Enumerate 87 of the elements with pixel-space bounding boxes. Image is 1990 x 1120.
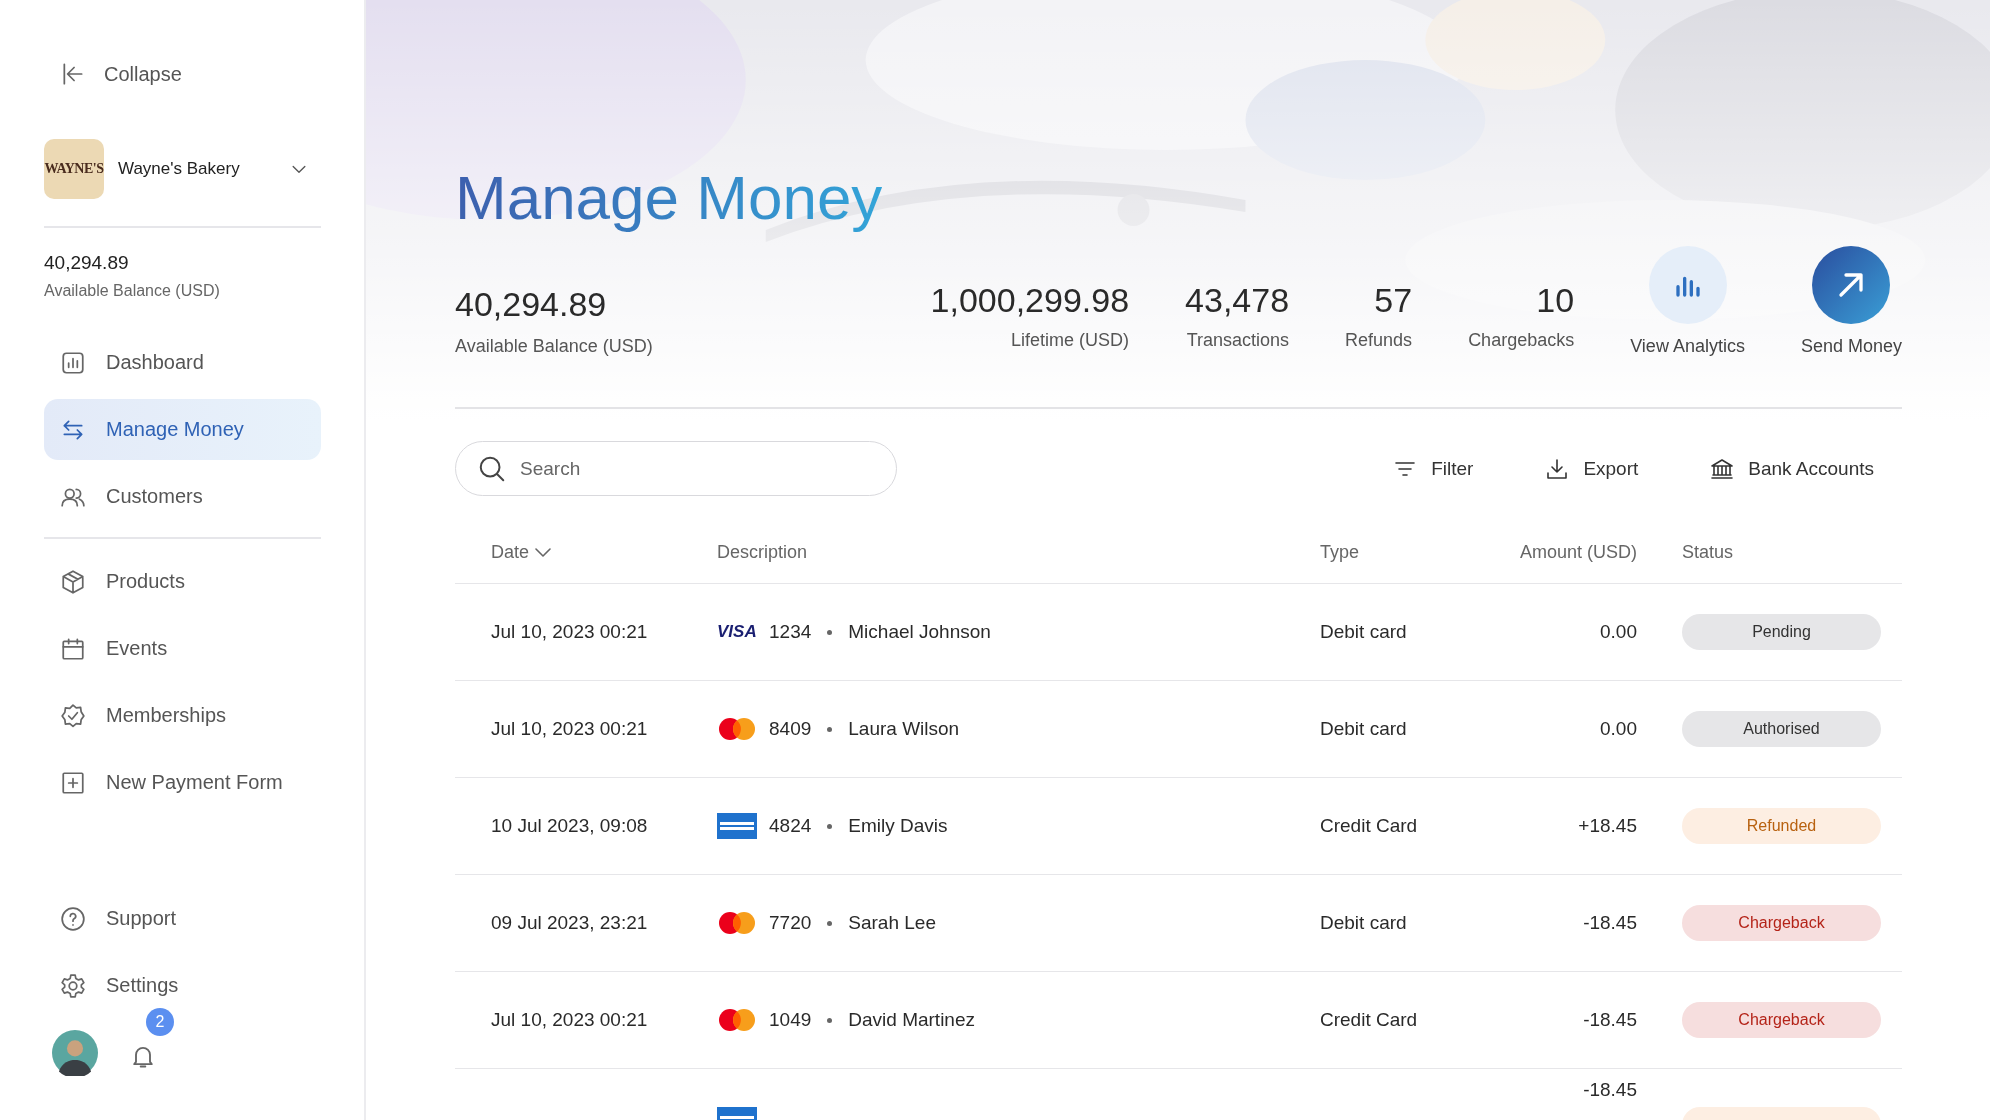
table-cell-text: Debit card	[1320, 621, 1408, 643]
stat-label: Refunds	[1345, 330, 1413, 351]
table-cell-text: Credit Card	[1320, 815, 1419, 837]
nav-item[interactable]: Dashboard	[44, 332, 321, 393]
nav-item[interactable]: Support	[44, 888, 321, 949]
table-cell-text: 10 Jul 2023, 09:08	[491, 815, 649, 837]
plus-square-icon	[60, 769, 86, 796]
card-brand-icon	[717, 911, 757, 935]
balance-amount: 40,294.89	[44, 252, 130, 274]
stat-label: Available Balance (USD)	[455, 336, 653, 357]
customer-name: Laura Wilson	[848, 718, 960, 740]
table-cell-text: Debit card	[1320, 912, 1408, 934]
amount: -18.45	[1582, 1009, 1637, 1031]
table-cell-text: Debit card	[1320, 718, 1408, 740]
separator-dot	[827, 629, 833, 635]
business-name: Wayne's Bakery	[118, 159, 241, 179]
card-number: 7720	[769, 912, 812, 934]
help-icon	[60, 905, 86, 932]
status-badge: Refunded	[1682, 808, 1881, 844]
table-cell-text: Credit Card	[1320, 1009, 1419, 1031]
customer-name: Emily Davis	[848, 815, 948, 837]
status-badge: Pending	[1682, 614, 1881, 650]
stat-value: 1,000,299.98	[930, 280, 1130, 321]
chart-icon	[60, 349, 86, 376]
stat-value: 57	[1374, 280, 1413, 321]
separator-dot	[827, 920, 833, 926]
table-cell-text: Jul 10, 2023 00:21	[491, 718, 649, 740]
amount: -18.45	[1582, 912, 1637, 934]
bank-icon	[1710, 456, 1735, 481]
visa-logo: VISA	[717, 622, 757, 642]
avatar[interactable]	[52, 1030, 98, 1076]
card-brand-icon	[717, 1008, 757, 1032]
card-number: 4824	[769, 815, 812, 837]
separator-dot	[827, 823, 833, 829]
status-badge: Chargeback	[1682, 905, 1881, 941]
nav-item[interactable]: Customers	[44, 466, 321, 527]
nav-item[interactable]: Products	[44, 551, 321, 612]
calendar-icon	[60, 635, 86, 662]
amount: 0.00	[1599, 621, 1637, 643]
stat-label: Lifetime (USD)	[1011, 330, 1130, 351]
notification-count: 2	[146, 1008, 174, 1036]
amount: -18.45	[1582, 1079, 1637, 1101]
table-cell-text: 09 Jul 2023, 23:21	[491, 912, 649, 934]
toolbar-button[interactable]: Filter	[1393, 456, 1474, 481]
business-logo: WAYNE'S	[44, 139, 104, 199]
stat-value: 43,478	[1185, 280, 1290, 321]
stat-value: 10	[1536, 280, 1575, 321]
customer-name: David Martinez	[848, 1009, 975, 1031]
column-header: Status	[1682, 542, 1735, 563]
download-icon	[1545, 456, 1570, 481]
search-field[interactable]: Search	[455, 441, 897, 496]
customer-name: Sarah Lee	[848, 912, 936, 934]
nav-item[interactable]: Memberships	[44, 685, 321, 746]
column-header: Amount (USD)	[1519, 542, 1637, 563]
column-header: Type	[1320, 542, 1361, 563]
badge-icon	[60, 702, 86, 729]
action-label: Send Money	[1800, 336, 1902, 357]
card-number: 8409	[769, 718, 812, 740]
stat-label: Transactions	[1186, 330, 1290, 351]
toolbar-button[interactable]: Bank Accounts	[1710, 456, 1874, 481]
customer-name: Michael Johnson	[848, 621, 991, 643]
nav-item[interactable]: Manage Money	[44, 399, 321, 460]
status-badge: Chargeback	[1682, 1002, 1881, 1038]
separator-dot	[827, 726, 833, 732]
action-label: View Analytics	[1630, 336, 1745, 357]
business-switcher[interactable]: WAYNE'S Wayne's Bakery	[44, 138, 321, 200]
collapse-button[interactable]: Collapse	[60, 58, 182, 90]
stat-value: 40,294.89	[455, 284, 607, 325]
toolbar-button[interactable]: Export	[1545, 456, 1639, 481]
amount: +18.45	[1577, 815, 1637, 837]
balance-label: Available Balance (USD)	[44, 282, 221, 300]
amount: 0.00	[1599, 718, 1637, 740]
card-brand-icon	[717, 813, 757, 839]
card-number: 1234	[769, 621, 812, 643]
table-cell-text: Jul 10, 2023 00:21	[491, 621, 649, 643]
box-icon	[60, 568, 86, 595]
column-header[interactable]: Date	[491, 542, 552, 563]
stat-label: Chargebacks	[1468, 330, 1575, 351]
status-badge: Authorised	[1682, 711, 1881, 747]
card-brand-icon	[717, 717, 757, 741]
column-header: Description	[717, 542, 809, 563]
table-cell-text: Jul 10, 2023 00:21	[491, 1009, 649, 1031]
separator-dot	[827, 1017, 833, 1023]
nav-item[interactable]: Events	[44, 618, 321, 679]
settings-icon	[60, 972, 86, 999]
nav-item[interactable]: New Payment Form	[44, 752, 321, 813]
card-number: 1049	[769, 1009, 812, 1031]
